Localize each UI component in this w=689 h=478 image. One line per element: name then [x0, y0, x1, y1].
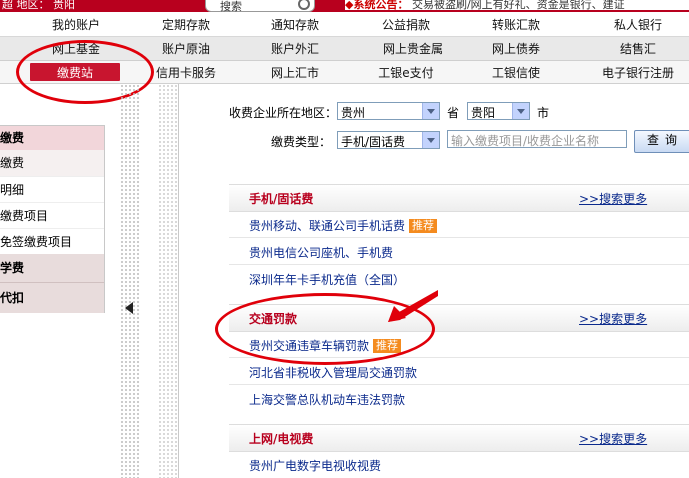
section-header: 交通罚款 >>搜索更多: [229, 304, 689, 332]
nav-item-crude-oil[interactable]: 账户原油: [138, 37, 234, 60]
list-item-link[interactable]: 深圳年年卡手机充值（全国）: [249, 271, 405, 288]
nav-item-bonds[interactable]: 网上债券: [468, 37, 564, 60]
section-title: 手机/固话费: [249, 192, 314, 206]
list-item-link[interactable]: 贵州移动、联通公司手机话费 推荐: [249, 217, 438, 234]
pay-type-select[interactable]: 手机/固话费: [337, 131, 440, 149]
collapse-arrow-icon[interactable]: [125, 302, 133, 314]
annotation-arrow-icon: [388, 290, 438, 322]
pay-type-value: 手机/固话费: [341, 135, 406, 149]
chevron-down-icon[interactable]: [512, 103, 529, 119]
sidebar-item-free-sign-items[interactable]: 免签缴费项目: [0, 228, 104, 255]
sidebar-item-pay-items[interactable]: 缴费项目: [0, 202, 104, 229]
notice-label: ◆系统公告：: [345, 0, 409, 10]
list-item: 贵州交通违章车辆罚款 推荐: [229, 331, 689, 358]
nav-row-2: 网上基金 账户原油 账户外汇 网上贵金属 网上债券 结售汇: [0, 37, 689, 61]
list-item-link[interactable]: 贵州广电数字电视收视费: [249, 457, 381, 474]
nav-item-e-pay[interactable]: 工银e支付: [358, 61, 454, 83]
nav-item-online-fund[interactable]: 网上基金: [28, 37, 124, 60]
search-icon[interactable]: [298, 0, 310, 10]
list-item: 河北省非税收入管理局交通罚款: [229, 358, 689, 385]
sidebar-splitter-texture: [158, 84, 178, 478]
city-select[interactable]: 贵阳: [467, 102, 530, 120]
nav-item-ebank-register[interactable]: 电子银行注册: [590, 61, 686, 83]
nav-item-my-account[interactable]: 我的账户: [28, 12, 124, 36]
province-suffix: 省: [447, 106, 460, 120]
nav-row-1: 我的账户 定期存款 通知存款 公益捐款 转账汇款 私人银行: [0, 12, 689, 37]
sidebar-splitter[interactable]: [120, 84, 140, 478]
section-header: 上网/电视费 >>搜索更多: [229, 424, 689, 452]
city-value: 贵阳: [471, 106, 496, 120]
nav-row-3: 缴费站 信用卡服务 网上汇市 工银e支付 工银信使 电子银行注册: [0, 61, 689, 84]
list-item: 深圳年年卡手机充值（全国）: [229, 265, 689, 291]
list-item: 贵州移动、联通公司手机话费 推荐: [229, 211, 689, 238]
section-header: 手机/固话费 >>搜索更多: [229, 184, 689, 212]
city-suffix: 市: [537, 106, 550, 120]
keyword-input[interactable]: 输入缴费项目/收费企业名称: [447, 130, 627, 148]
province-select[interactable]: 贵州: [337, 102, 440, 120]
sidebar-item-tuition[interactable]: 学费: [0, 254, 104, 282]
sidebar-item-auto-debit[interactable]: 代扣: [0, 282, 104, 313]
system-notice: ◆系统公告： 交易被盗刷/网上有好礼、资金是银行、建证: [345, 0, 689, 10]
sidebar-item-payment[interactable]: 缴费: [0, 126, 104, 150]
region-indicator: 超 地区： 贵阳: [2, 0, 75, 11]
list-item-link[interactable]: 河北省非税收入管理局交通罚款: [249, 364, 417, 381]
top-search-box[interactable]: 搜索: [205, 0, 315, 13]
content-divider: [178, 84, 179, 478]
list-item: 贵州广电数字电视收视费: [229, 451, 689, 477]
left-sidebar: 缴费 缴费 明细 缴费项目 免签缴费项目 学费 代扣: [0, 125, 105, 313]
nav-item-transfer[interactable]: 转账汇款: [468, 12, 564, 36]
list-item: 贵州电信公司座机、手机费: [229, 238, 689, 265]
list-item-link[interactable]: 贵州电信公司座机、手机费: [249, 244, 393, 261]
region-label: 收费企业所在地区：: [229, 106, 338, 120]
nav-item-online-fx-market[interactable]: 网上汇市: [247, 61, 343, 83]
nav-item-fixed-deposit[interactable]: 定期存款: [138, 12, 234, 36]
nav-item-forex[interactable]: 账户外汇: [247, 37, 343, 60]
recommend-badge: 推荐: [409, 219, 438, 233]
section-title: 上网/电视费: [249, 432, 314, 446]
nav-item-private-banking[interactable]: 私人银行: [590, 12, 686, 36]
query-button[interactable]: 查询: [634, 130, 689, 153]
type-label: 缴费类型：: [271, 135, 332, 149]
search-more-link[interactable]: >>搜索更多: [579, 430, 647, 447]
list-item-link[interactable]: 贵州交通违章车辆罚款 推荐: [249, 337, 402, 354]
list-item-link[interactable]: 上海交警总队机动车违法罚款: [249, 391, 405, 408]
search-more-link[interactable]: >>搜索更多: [579, 310, 647, 327]
chevron-down-icon[interactable]: [422, 132, 439, 148]
nav-item-fx-settlement[interactable]: 结售汇: [590, 37, 686, 60]
nav-item-charity[interactable]: 公益捐款: [358, 12, 454, 36]
nav-item-messenger[interactable]: 工银信使: [468, 61, 564, 83]
nav-item-payment-station[interactable]: 缴费站: [30, 63, 120, 81]
recommend-badge: 推荐: [373, 339, 402, 353]
province-value: 贵州: [341, 106, 366, 120]
notice-text[interactable]: 交易被盗刷/网上有好礼、资金是银行、建证: [408, 0, 625, 10]
nav-item-notice-deposit[interactable]: 通知存款: [247, 12, 343, 36]
chevron-down-icon[interactable]: [422, 103, 439, 119]
nav-item-credit-card[interactable]: 信用卡服务: [138, 61, 234, 83]
list-item: 上海交警总队机动车违法罚款: [229, 385, 689, 411]
section-title: 交通罚款: [249, 312, 298, 326]
sidebar-item-details[interactable]: 明细: [0, 176, 104, 203]
nav-item-precious-metal[interactable]: 网上贵金属: [358, 37, 468, 60]
search-more-link[interactable]: >>搜索更多: [579, 190, 647, 207]
sidebar-item-pay[interactable]: 缴费: [0, 150, 104, 176]
